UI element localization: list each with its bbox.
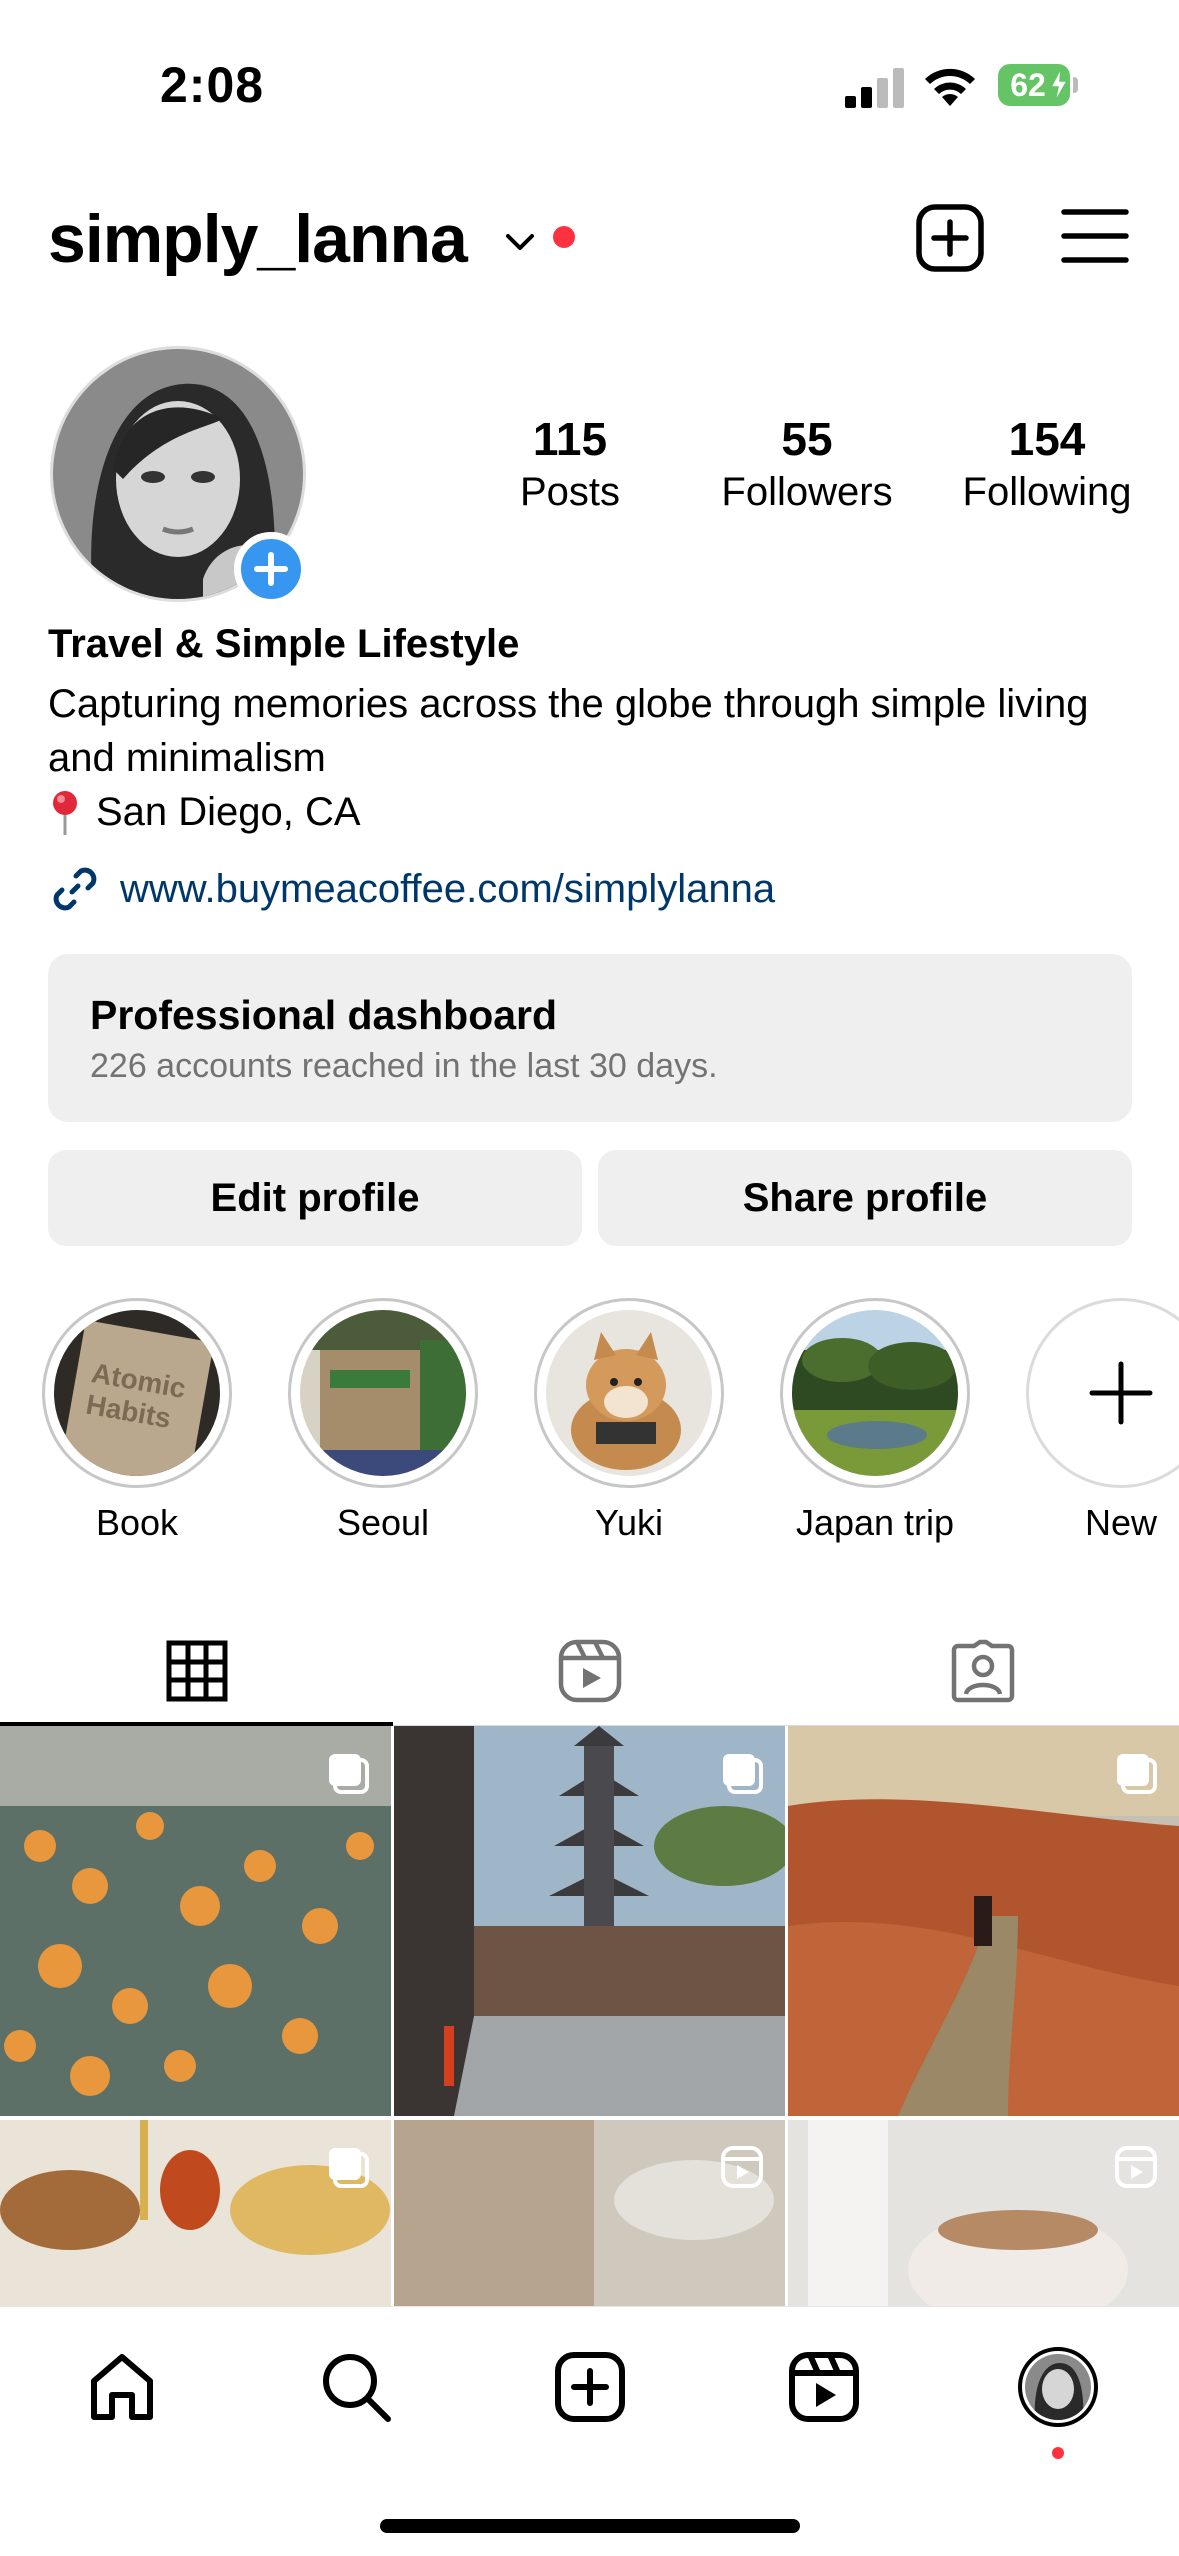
notification-dot [553,226,575,248]
highlight-japan-trip[interactable]: Japan trip [780,1298,970,1544]
highlight-cover [300,1310,466,1476]
reels-nav-icon[interactable] [784,2347,864,2427]
home-indicator [380,2519,800,2533]
profile-avatar[interactable] [50,346,308,606]
highlight-label: Book [95,1502,179,1543]
stat-value: 115 [532,413,608,465]
stat-posts[interactable]: 115 Posts [440,412,700,515]
status-time: 2:08 [160,57,265,113]
highlight-new[interactable]: New [1026,1298,1179,1544]
post-thumbnail[interactable] [788,2120,1179,2306]
dashboard-subtitle: 226 accounts reached in the last 30 days… [90,1047,718,1085]
profile-tabs [0,1616,1179,1726]
story-highlights: Atomic Habits Book Seoul Yuki Japan trip… [0,1298,1179,1558]
reels-icon [558,1639,621,1703]
bio-text: Capturing memories across the globe thro… [48,682,1089,780]
stat-label: Following [962,470,1132,514]
carousel-icon [1117,1754,1157,1794]
post-thumbnail[interactable] [394,2120,785,2306]
highlight-seoul[interactable]: Seoul [288,1298,478,1544]
battery-indicator: 62 [998,64,1078,106]
share-profile-button[interactable]: Share profile [598,1150,1132,1246]
battery-level: 62 [1010,67,1046,103]
bio-link[interactable]: www.buymeacoffee.com/simplylanna [48,862,775,916]
profile-bio: Travel & Simple Lifestyle Capturing memo… [48,622,1148,839]
chevron-down-icon[interactable] [502,224,538,260]
post-thumbnail[interactable] [394,1726,785,2116]
reel-icon [1115,2146,1157,2188]
account-switcher[interactable]: simply_lanna [48,200,468,278]
bottom-navigation [0,2306,1179,2556]
menu-icon[interactable] [1060,204,1130,268]
charging-bolt-icon [1050,68,1068,102]
tagged-icon [951,1639,1014,1703]
highlight-cover [792,1310,958,1476]
pin-icon [53,791,77,835]
profile-actions: Edit profile Share profile [48,1150,1132,1246]
wifi-icon [925,68,975,106]
dashboard-title: Professional dashboard [90,992,558,1038]
professional-dashboard[interactable]: Professional dashboard 226 accounts reac… [48,954,1132,1122]
stat-followers[interactable]: 55 Followers [677,412,937,515]
stat-label: Followers [721,470,893,514]
add-story-icon[interactable] [234,532,308,606]
tab-reels[interactable] [393,1616,786,1726]
post-thumbnail[interactable] [0,1726,391,2116]
highlight-label: Seoul [336,1502,430,1543]
create-icon[interactable] [550,2347,630,2427]
link-text[interactable]: www.buymeacoffee.com/simplylanna [120,867,775,912]
link-icon [53,867,97,911]
post-thumbnail[interactable] [788,1726,1179,2116]
notification-dot [1052,2447,1064,2459]
status-bar: 2:08 62 [0,0,1179,170]
stat-label: Posts [519,470,621,514]
highlight-cover [546,1310,712,1476]
plus-icon [1089,1361,1153,1425]
avatar [1025,2354,1091,2420]
reel-icon [721,2146,763,2188]
tab-posts-grid[interactable] [0,1616,393,1726]
highlight-label: Japan trip [795,1502,955,1543]
location-text: San Diego, CA [96,790,361,834]
carousel-icon [329,1754,369,1794]
highlight-label: Yuki [594,1502,664,1543]
highlight-cover: Atomic Habits [54,1310,220,1476]
profile-tab-avatar[interactable] [1018,2347,1098,2427]
highlight-book[interactable]: Atomic Habits Book [42,1298,232,1544]
bio-title: Travel & Simple Lifestyle [48,622,520,666]
highlight-label: New [1084,1502,1158,1543]
stat-value: 154 [1008,413,1086,465]
cellular-signal-icon [845,68,904,108]
bio-location: San Diego, CA [48,785,1148,839]
carousel-icon [723,1754,763,1794]
highlight-yuki[interactable]: Yuki [534,1298,724,1544]
tab-tagged[interactable] [786,1616,1179,1726]
create-post-icon[interactable] [914,202,986,274]
stat-following[interactable]: 154 Following [917,412,1177,515]
home-icon[interactable] [82,2347,162,2427]
profile-stats: 115 Posts 55 Followers 154 Following [440,412,1160,532]
carousel-icon [329,2148,369,2188]
stat-value: 55 [781,413,833,465]
search-icon[interactable] [316,2347,396,2427]
grid-icon [166,1640,227,1702]
posts-grid [0,1726,1179,2306]
profile-header: simply_lanna [0,190,1179,290]
edit-profile-button[interactable]: Edit profile [48,1150,582,1246]
post-thumbnail[interactable] [0,2120,391,2306]
